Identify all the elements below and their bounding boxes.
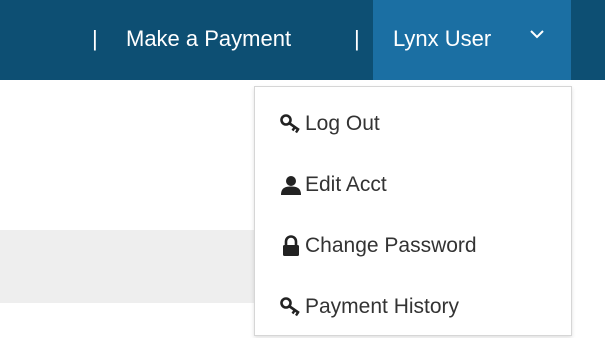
menu-item-label: Log Out xyxy=(305,112,380,135)
user-menu-label: Lynx User xyxy=(393,26,492,51)
chevron-down-icon xyxy=(530,30,544,39)
user-dropdown-menu: Log Out Edit Acct Change Password Paymen… xyxy=(254,86,572,336)
menu-item-payment-history[interactable]: Payment History xyxy=(279,290,459,324)
menu-item-label: Edit Acct xyxy=(305,173,387,196)
menu-item-label: Change Password xyxy=(305,234,477,257)
user-icon xyxy=(281,176,301,195)
make-payment-link[interactable]: Make a Payment xyxy=(126,24,291,54)
menu-item-change-password[interactable]: Change Password xyxy=(279,229,477,263)
menu-item-log-out[interactable]: Log Out xyxy=(279,107,380,141)
top-navbar: | Make a Payment | Lynx User xyxy=(0,0,605,80)
navbar-links: | Make a Payment | Lynx User xyxy=(0,0,605,80)
page-content-band xyxy=(0,230,255,303)
nav-separator: | xyxy=(354,26,360,51)
key-icon xyxy=(280,297,300,317)
menu-item-label: Payment History xyxy=(305,295,460,318)
user-menu-toggle[interactable]: Lynx User xyxy=(373,0,571,80)
lock-icon xyxy=(283,235,299,256)
nav-separator: | xyxy=(92,26,98,51)
menu-item-edit-acct[interactable]: Edit Acct xyxy=(279,168,387,202)
key-icon xyxy=(280,114,300,134)
